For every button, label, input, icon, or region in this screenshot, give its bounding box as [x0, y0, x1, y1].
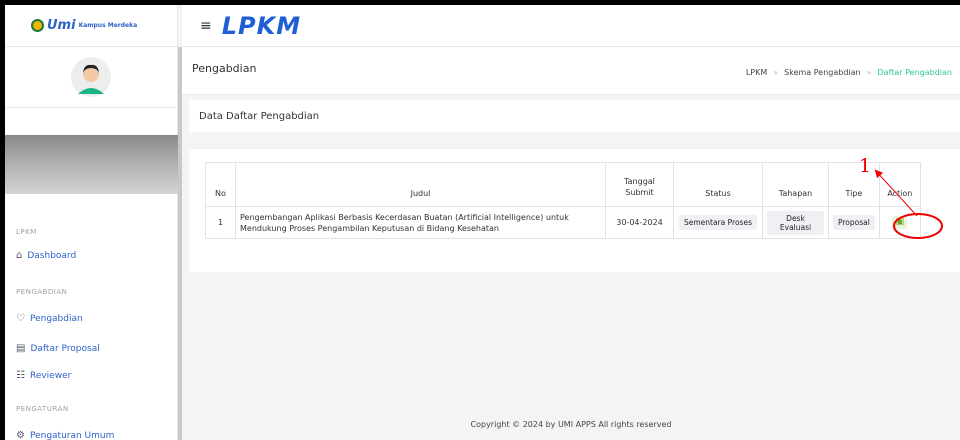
- app-window: Umi Kampus Merdeka LPKM ⌂ Dashboard PENG…: [5, 5, 960, 440]
- annotation-arrow: [874, 169, 918, 217]
- annotation-circle: [893, 213, 943, 239]
- annotation-overlay: [874, 169, 943, 239]
